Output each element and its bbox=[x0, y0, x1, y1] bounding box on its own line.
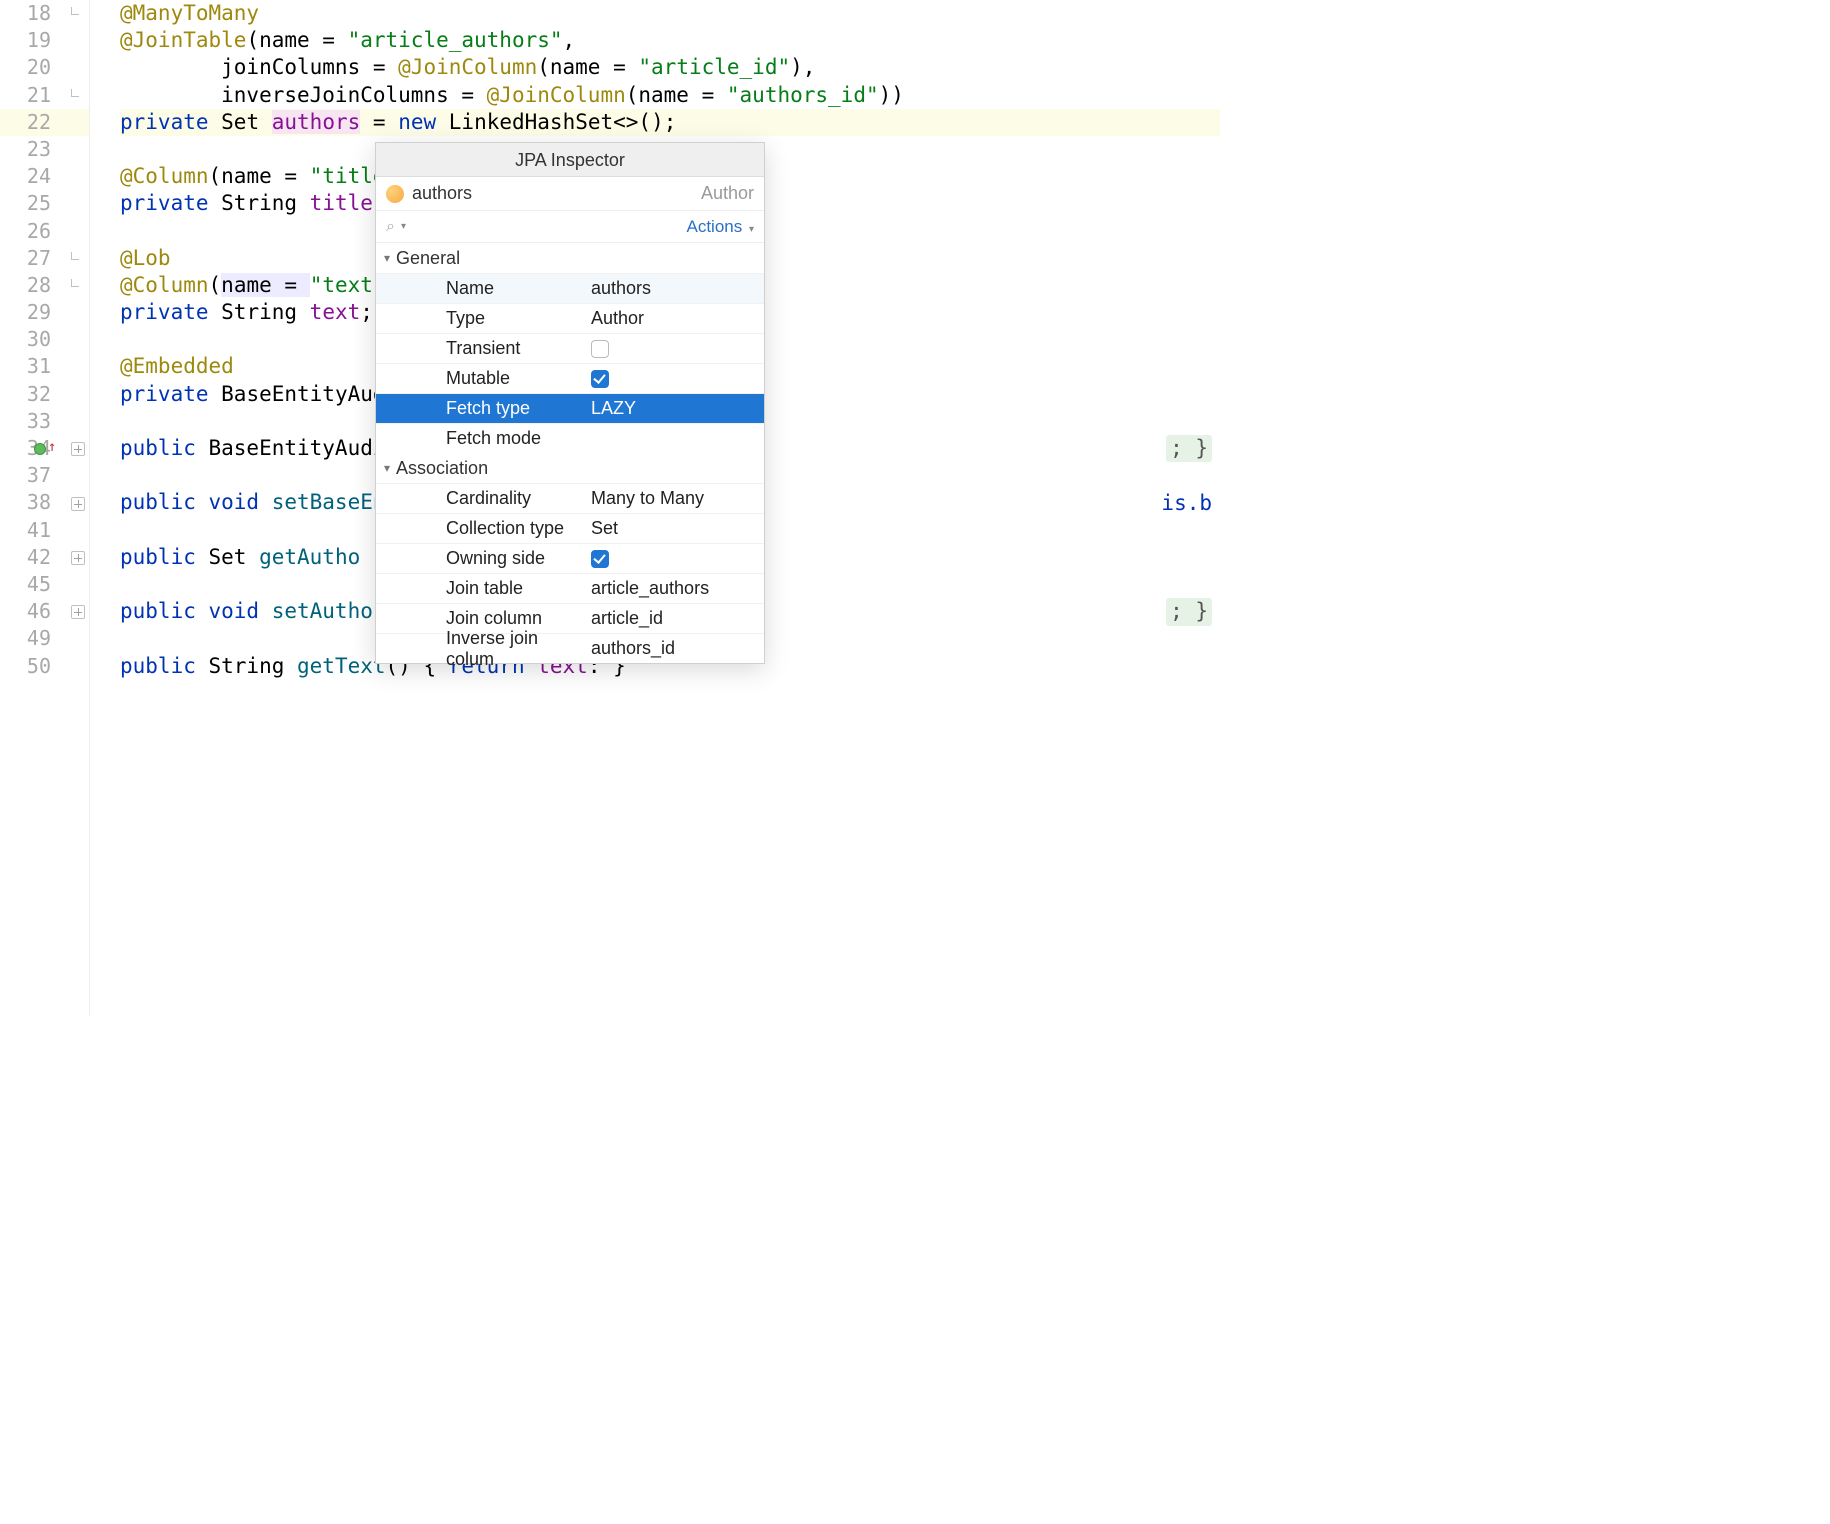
property-key: Fetch mode bbox=[446, 428, 591, 449]
property-row[interactable]: Fetch mode bbox=[376, 423, 764, 453]
section-general[interactable]: ▾ General bbox=[376, 243, 764, 273]
actions-dropdown[interactable]: Actions ▾ bbox=[686, 217, 754, 237]
folded-fragment[interactable]: ; } bbox=[1166, 435, 1212, 462]
property-row[interactable]: Fetch typeLAZY bbox=[376, 393, 764, 423]
code-line[interactable]: private Set authors = new LinkedHashSet<… bbox=[120, 109, 1220, 136]
change-marker-icon bbox=[48, 441, 56, 455]
property-key: Cardinality bbox=[446, 488, 591, 509]
property-row[interactable]: Transient bbox=[376, 333, 764, 363]
property-value: Many to Many bbox=[591, 488, 704, 509]
fold-strip bbox=[68, 0, 88, 1016]
folded-fragment[interactable]: is.b bbox=[1161, 490, 1212, 517]
code-line[interactable]: @ManyToMany bbox=[120, 0, 1220, 27]
property-key: Transient bbox=[446, 338, 591, 359]
code-line[interactable]: joinColumns = @JoinColumn(name = "articl… bbox=[120, 54, 1220, 81]
fold-end-icon[interactable] bbox=[71, 252, 85, 266]
jpa-inspector-popup[interactable]: JPA Inspector authors Author ⌕ ▾ Actions… bbox=[375, 142, 765, 664]
section-association[interactable]: ▾ Association bbox=[376, 453, 764, 483]
property-key: Fetch type bbox=[446, 398, 591, 419]
inspector-attribute-row: authors Author bbox=[376, 177, 764, 211]
property-key: Join column bbox=[446, 608, 591, 629]
fold-end-icon[interactable] bbox=[71, 7, 85, 21]
property-key: Type bbox=[446, 308, 591, 329]
code-line[interactable]: @JoinTable(name = "article_authors", bbox=[120, 27, 1220, 54]
checkbox[interactable] bbox=[591, 370, 609, 388]
checkbox[interactable] bbox=[591, 550, 609, 568]
property-row[interactable]: Owning side bbox=[376, 543, 764, 573]
fold-expand-icon[interactable] bbox=[71, 497, 85, 511]
fold-expand-icon[interactable] bbox=[71, 551, 85, 565]
property-value: authors_id bbox=[591, 638, 675, 659]
attribute-icon bbox=[386, 185, 404, 203]
property-row[interactable]: Mutable bbox=[376, 363, 764, 393]
fold-end-icon[interactable] bbox=[71, 279, 85, 293]
attribute-name: authors bbox=[412, 183, 472, 204]
property-key: Join table bbox=[446, 578, 591, 599]
property-value: Set bbox=[591, 518, 618, 539]
code-line[interactable]: inverseJoinColumns = @JoinColumn(name = … bbox=[120, 82, 1220, 109]
folded-fragment[interactable]: ; } bbox=[1166, 598, 1212, 625]
attribute-type: Author bbox=[701, 183, 754, 204]
property-value: LAZY bbox=[591, 398, 636, 419]
code-editor[interactable]: 1819202122232425262728293031323334373841… bbox=[0, 0, 1220, 1016]
checkbox[interactable] bbox=[591, 340, 609, 358]
property-row[interactable]: TypeAuthor bbox=[376, 303, 764, 333]
fold-end-icon[interactable] bbox=[71, 89, 85, 103]
property-value: article_authors bbox=[591, 578, 709, 599]
property-key: Name bbox=[446, 278, 591, 299]
inspector-title: JPA Inspector bbox=[376, 143, 764, 177]
chevron-down-icon: ▾ bbox=[749, 224, 754, 235]
chevron-down-icon: ▾ bbox=[384, 251, 390, 265]
property-key: Owning side bbox=[446, 548, 591, 569]
chevron-down-icon: ▾ bbox=[384, 461, 390, 475]
property-value: article_id bbox=[591, 608, 663, 629]
property-row[interactable]: CardinalityMany to Many bbox=[376, 483, 764, 513]
property-row[interactable]: Nameauthors bbox=[376, 273, 764, 303]
property-key: Collection type bbox=[446, 518, 591, 539]
property-row[interactable]: Join tablearticle_authors bbox=[376, 573, 764, 603]
fold-expand-icon[interactable] bbox=[71, 442, 85, 456]
property-value: Author bbox=[591, 308, 644, 329]
property-value: authors bbox=[591, 278, 651, 299]
property-key: Inverse join colum bbox=[446, 628, 591, 670]
search-icon[interactable]: ⌕ bbox=[386, 218, 395, 236]
property-key: Mutable bbox=[446, 368, 591, 389]
fold-expand-icon[interactable] bbox=[71, 605, 85, 619]
chevron-down-icon[interactable]: ▾ bbox=[401, 221, 406, 232]
property-row[interactable]: Collection typeSet bbox=[376, 513, 764, 543]
property-row[interactable]: Inverse join columauthors_id bbox=[376, 633, 764, 663]
inspector-search-row[interactable]: ⌕ ▾ Actions ▾ bbox=[376, 211, 764, 243]
